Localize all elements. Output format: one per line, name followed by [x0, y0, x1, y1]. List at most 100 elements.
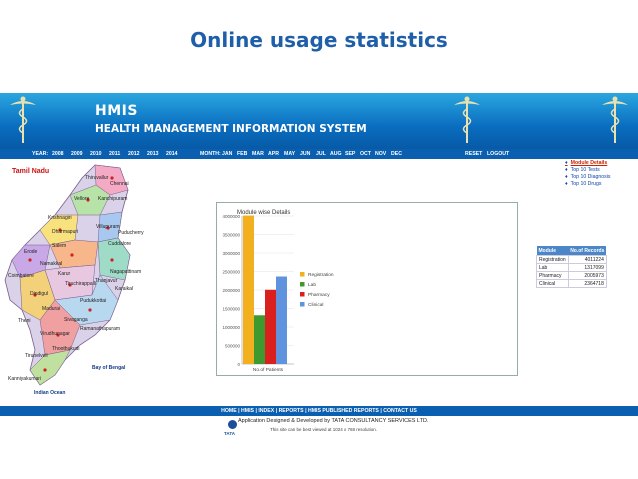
legend-label: Lab: [308, 282, 316, 288]
ocean-label: Indian Ocean: [34, 390, 66, 396]
year-link[interactable]: 2009: [71, 149, 83, 159]
module-details-link[interactable]: ♦ Module Details: [565, 160, 610, 167]
table-row: Pharmacy 2005973: [536, 271, 607, 280]
district-label: Vellore: [74, 196, 90, 202]
legend-swatch: [300, 282, 305, 287]
district-label: Erode: [24, 249, 38, 255]
month-link[interactable]: MAY: [284, 149, 295, 159]
district-label: Dindigul: [30, 291, 49, 297]
records-cell: 1317099: [567, 263, 607, 272]
district-label: Madurai: [42, 306, 61, 312]
month-link[interactable]: FEB: [237, 149, 247, 159]
bar-registration: [243, 215, 254, 364]
district-label: Dharmapuri: [52, 229, 79, 235]
district-label: Kanchipuram: [98, 196, 128, 202]
footer-link-contact[interactable]: CONTACT US: [383, 408, 417, 414]
records-cell: 2364718: [567, 279, 607, 288]
records-cell: 2005973: [567, 271, 607, 280]
slide-title: Online usage statistics: [190, 28, 448, 52]
x-axis-label: No.of Patients: [253, 367, 284, 373]
bar-lab: [254, 315, 265, 364]
reset-link[interactable]: RESET: [465, 149, 482, 159]
y-tick-label: 3500000: [222, 232, 240, 237]
header-banner: HMIS HEALTH MANAGEMENT INFORMATION SYSTE…: [0, 93, 638, 149]
year-link[interactable]: 2010: [90, 149, 102, 159]
footer-nav: HOME | HMIS | INDEX | REPORTS | HMIS PUB…: [0, 406, 638, 416]
month-link[interactable]: OCT: [360, 149, 371, 159]
y-tick-label: 1500000: [222, 306, 240, 311]
logout-link[interactable]: LOGOUT: [487, 149, 509, 159]
year-link[interactable]: 2008: [52, 149, 64, 159]
table-row: Registration 4011224: [536, 255, 607, 264]
month-link[interactable]: JUN: [300, 149, 310, 159]
legend-swatch: [300, 272, 305, 277]
top-tests-link[interactable]: ♦ Top 10 Tests: [565, 167, 610, 174]
year-link[interactable]: 2011: [109, 149, 120, 159]
district-label: Chennai: [110, 181, 129, 187]
district-label: Kanniyakumari: [8, 376, 42, 382]
table-row: Clinical 2364718: [536, 279, 607, 288]
district-label: Puducherry: [118, 230, 144, 236]
district-label: Salem: [52, 243, 67, 249]
month-link[interactable]: MAR: [252, 149, 264, 159]
year-link[interactable]: 2014: [166, 149, 178, 159]
year-label: YEAR:: [32, 151, 49, 157]
month-link[interactable]: DEC: [391, 149, 402, 159]
y-tick-label: 500000: [225, 343, 241, 348]
district-label: Tirunelveli: [25, 353, 48, 359]
y-tick-label: 4000000: [222, 214, 240, 219]
district-label: Namakkal: [40, 261, 63, 267]
district-label: Thanjavur: [95, 278, 118, 284]
top-drugs-link[interactable]: ♦ Top 10 Drugs: [565, 181, 610, 188]
district-label: Nagapattinam: [110, 269, 142, 275]
table-header: No.of Records: [568, 246, 607, 256]
district-label: Karaikal: [115, 286, 134, 292]
bullet-icon: ♦: [565, 167, 568, 173]
month-link[interactable]: NOV: [375, 149, 386, 159]
bar-clinical: [276, 276, 287, 364]
caduceus-icon: [602, 96, 628, 143]
month-link[interactable]: APR: [268, 149, 279, 159]
bullet-icon: ♦: [565, 160, 568, 166]
month-link[interactable]: SEP: [345, 149, 355, 159]
district-label: Ramanathapuram: [80, 326, 121, 332]
module-cell: Registration: [536, 255, 569, 264]
module-bar-chart: 0 500000 1000000 1500000 2000000 2500000 30000…: [222, 214, 333, 373]
district-label: Theni: [18, 318, 31, 324]
footer-link-hmis[interactable]: HMIS: [241, 408, 254, 414]
footer-link-index[interactable]: INDEX: [258, 408, 274, 414]
module-cell: Clinical: [536, 279, 569, 288]
tata-logo-icon: [228, 420, 237, 429]
table-header: Module: [536, 246, 569, 256]
district-label: Tiruchirappalli: [65, 281, 96, 287]
month-link[interactable]: JUL: [316, 149, 326, 159]
district-label: Thoothukudi: [52, 346, 80, 352]
top-diagnosis-link[interactable]: ♦ Top 10 Diagnosis: [565, 174, 610, 181]
footer-link-reports[interactable]: REPORTS: [279, 408, 304, 414]
y-tick-label: 2500000: [222, 269, 240, 274]
footer-link-home[interactable]: HOME: [221, 408, 237, 414]
legend-swatch: [300, 292, 305, 297]
app-name: HMIS: [95, 103, 138, 119]
sea-label: Bay of Bengal: [92, 365, 126, 371]
month-link[interactable]: AUG: [330, 149, 342, 159]
footer-link-published-reports[interactable]: HMIS PUBLISHED REPORTS: [308, 408, 379, 414]
district-label: Cuddalore: [108, 241, 132, 247]
district-label: Krishnagiri: [48, 215, 72, 221]
tata-logo-text: TATA: [224, 431, 235, 436]
district-label: Virudhunagar: [40, 331, 70, 337]
district-label: Sivaganga: [64, 317, 88, 323]
module-cell: Pharmacy: [536, 271, 569, 280]
month-link[interactable]: JAN: [222, 149, 232, 159]
legend-label: Clinical: [308, 302, 323, 308]
bullet-icon: ♦: [565, 181, 568, 187]
filter-navbar: YEAR: 2008 2009 2010 2011 2012 2013 2014…: [0, 149, 638, 159]
y-tick-label: 3000000: [222, 251, 240, 256]
year-link[interactable]: 2012: [128, 149, 140, 159]
y-tick-label: 1000000: [222, 325, 240, 330]
year-link[interactable]: 2013: [147, 149, 159, 159]
module-cell: Lab: [536, 263, 569, 272]
bullet-icon: ♦: [565, 174, 568, 180]
legend-label: Pharmacy: [308, 292, 330, 298]
district-label: Coimbatore: [8, 273, 34, 279]
